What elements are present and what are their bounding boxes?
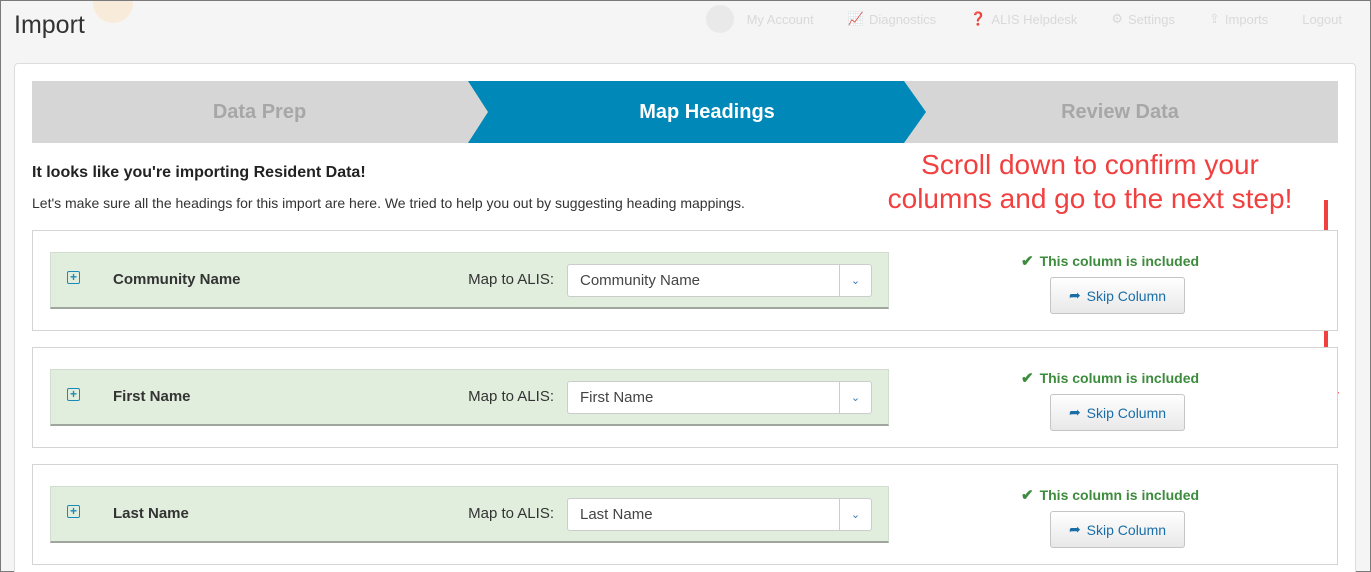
mapping-select-value: First Name <box>580 389 654 406</box>
nav-imports-label: Imports <box>1224 11 1269 27</box>
mapping-bar: + First Name Map to ALIS: First Name ⌄ <box>50 369 889 426</box>
mapping-select-value: Community Name <box>580 272 701 289</box>
avatar <box>705 5 734 33</box>
nav-settings-label: Settings <box>1128 11 1175 27</box>
map-to-label: Map to ALIS: <box>468 388 554 405</box>
column-name: Community Name <box>113 271 241 288</box>
expand-icon[interactable]: + <box>67 388 80 401</box>
mapping-select[interactable]: Community Name ⌄ <box>567 264 872 297</box>
nav-my-account[interactable]: My Account <box>705 5 814 33</box>
nav-logout-label: Logout <box>1302 11 1342 27</box>
mapping-row: + Community Name Map to ALIS: Community … <box>32 230 1338 331</box>
upload-icon: ⇪ <box>1208 11 1220 26</box>
included-status-text: This column is included <box>1039 253 1200 269</box>
included-status: ✔ This column is included <box>1021 486 1199 504</box>
checkmark-icon: ✔ <box>1021 487 1034 504</box>
nav-helpdesk[interactable]: ❓ ALIS Helpdesk <box>970 11 1077 27</box>
skip-column-button[interactable]: ➦ Skip Column <box>1050 277 1185 314</box>
included-status: ✔ This column is included <box>1021 252 1199 270</box>
mapping-bar: + Last Name Map to ALIS: Last Name ⌄ <box>50 486 889 543</box>
nav-diagnostics-label: Diagnostics <box>868 11 937 27</box>
mapping-row: + First Name Map to ALIS: First Name ⌄ ✔… <box>32 347 1338 448</box>
column-name: Last Name <box>113 505 189 522</box>
question-icon: ❓ <box>970 11 987 26</box>
column-name: First Name <box>113 388 191 405</box>
expand-icon[interactable]: + <box>67 505 80 518</box>
chevron-down-icon: ⌄ <box>839 499 871 530</box>
step-map-headings[interactable]: Map Headings <box>468 81 926 143</box>
expand-icon[interactable]: + <box>67 271 80 284</box>
import-panel: Data Prep Review Data Map Headings It lo… <box>14 63 1356 572</box>
gear-icon: ⚙ <box>1111 11 1123 26</box>
map-to-label: Map to ALIS: <box>468 505 554 522</box>
step-review-data[interactable]: Review Data <box>902 81 1338 143</box>
included-status-text: This column is included <box>1039 487 1200 503</box>
chevron-down-icon: ⌄ <box>839 265 871 296</box>
mapping-select[interactable]: First Name ⌄ <box>567 381 872 414</box>
nav-helpdesk-label: ALIS Helpdesk <box>991 11 1078 27</box>
skip-column-button[interactable]: ➦ Skip Column <box>1050 394 1185 431</box>
nav-diagnostics[interactable]: 📈 Diagnostics <box>848 11 936 27</box>
mapping-row: + Last Name Map to ALIS: Last Name ⌄ ✔ T… <box>32 464 1338 565</box>
wizard-steps: Data Prep Review Data Map Headings <box>32 81 1338 143</box>
nav-settings[interactable]: ⚙ Settings <box>1111 11 1175 27</box>
skip-column-button[interactable]: ➦ Skip Column <box>1050 511 1185 548</box>
included-status: ✔ This column is included <box>1021 369 1199 387</box>
nav-logout[interactable]: Logout <box>1302 12 1342 27</box>
share-arrow-icon: ➦ <box>1068 287 1081 303</box>
share-arrow-icon: ➦ <box>1068 404 1081 420</box>
mapping-select-value: Last Name <box>580 506 653 523</box>
nav-imports[interactable]: ⇪ Imports <box>1209 11 1268 27</box>
checkmark-icon: ✔ <box>1021 370 1034 387</box>
included-status-text: This column is included <box>1039 370 1200 386</box>
checkmark-icon: ✔ <box>1021 253 1034 270</box>
page-title: Import <box>14 11 85 39</box>
chevron-down-icon: ⌄ <box>839 382 871 413</box>
map-to-label: Map to ALIS: <box>468 271 554 288</box>
mapping-bar: + Community Name Map to ALIS: Community … <box>50 252 889 309</box>
skip-column-label: Skip Column <box>1086 521 1167 538</box>
mapping-select[interactable]: Last Name ⌄ <box>567 498 872 531</box>
chart-icon: 📈 <box>847 11 864 26</box>
nav-my-account-label: My Account <box>746 11 814 27</box>
annotation-line-2: columns and go to the next step! <box>887 183 1293 214</box>
top-navigation: My Account 📈 Diagnostics ❓ ALIS Helpdesk… <box>1 1 1370 37</box>
intro-text: Let's make sure all the headings for thi… <box>32 195 745 211</box>
skip-column-label: Skip Column <box>1086 404 1167 421</box>
skip-column-label: Skip Column <box>1086 287 1167 304</box>
annotation-line-1: Scroll down to confirm your <box>921 149 1259 180</box>
intro-title: It looks like you're importing Resident … <box>32 164 366 181</box>
share-arrow-icon: ➦ <box>1068 521 1081 537</box>
scroll-annotation: Scroll down to confirm your columns and … <box>855 148 1325 216</box>
step-data-prep[interactable]: Data Prep <box>32 81 487 143</box>
